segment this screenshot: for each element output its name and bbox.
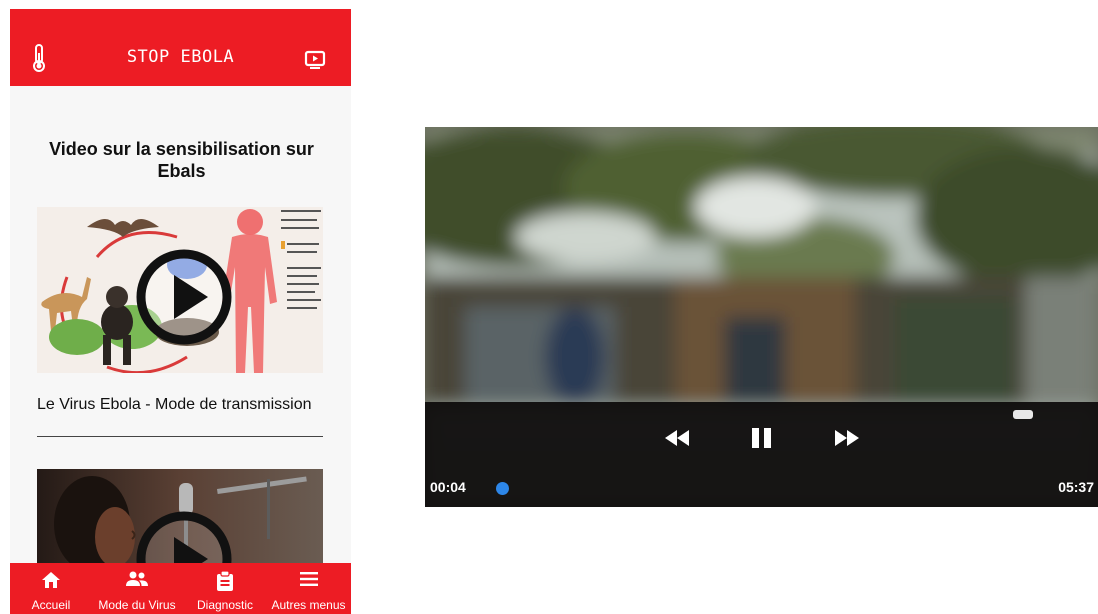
mobile-app-screen: STOP EBOLA Video sur la sensibilisation … bbox=[10, 9, 351, 614]
home-icon bbox=[42, 572, 60, 588]
nav-item-autres-menus[interactable]: Autres menus bbox=[266, 563, 351, 614]
pause-icon[interactable] bbox=[751, 427, 773, 454]
tv-play-icon[interactable] bbox=[304, 50, 326, 75]
app-header: STOP EBOLA bbox=[10, 9, 351, 86]
nav-item-diagnostic[interactable]: Diagnostic bbox=[189, 563, 261, 614]
captions-toggle[interactable] bbox=[1013, 410, 1033, 419]
play-icon[interactable] bbox=[136, 249, 232, 350]
nav-label: Diagnostic bbox=[196, 598, 254, 612]
video-thumbnail[interactable] bbox=[37, 469, 323, 563]
menu-icon bbox=[299, 572, 318, 586]
divider bbox=[37, 436, 323, 437]
nav-label: Accueil bbox=[31, 598, 71, 612]
rewind-icon[interactable] bbox=[663, 428, 691, 453]
seek-bar-thumb[interactable] bbox=[496, 482, 509, 495]
app-title: STOP EBOLA bbox=[126, 47, 235, 67]
clipboard-icon bbox=[217, 571, 233, 591]
bottom-navigation: Accueil Mode du Virus Diagnostic Autres … bbox=[10, 563, 351, 614]
play-icon[interactable] bbox=[136, 511, 232, 563]
nav-item-mode-du-virus[interactable]: Mode du Virus bbox=[94, 563, 180, 614]
nav-label: Autres menus bbox=[271, 598, 346, 612]
total-duration: 05:37 bbox=[1058, 479, 1094, 495]
feed-heading: Video sur la sensibilisation sur Ebals bbox=[49, 139, 314, 181]
video-title[interactable]: Le Virus Ebola - Mode de transmission bbox=[37, 395, 323, 414]
nav-item-accueil[interactable]: Accueil bbox=[22, 563, 80, 614]
video-feed[interactable]: Video sur la sensibilisation sur Ebals L… bbox=[10, 86, 351, 563]
video-player[interactable]: 00:04 05:37 bbox=[425, 127, 1098, 507]
fast-forward-icon[interactable] bbox=[833, 428, 861, 453]
current-time: 00:04 bbox=[430, 479, 466, 495]
video-thumbnail[interactable] bbox=[37, 207, 323, 373]
people-icon bbox=[126, 571, 148, 586]
player-controls-bar bbox=[425, 402, 1098, 507]
nav-label: Mode du Virus bbox=[98, 598, 176, 612]
